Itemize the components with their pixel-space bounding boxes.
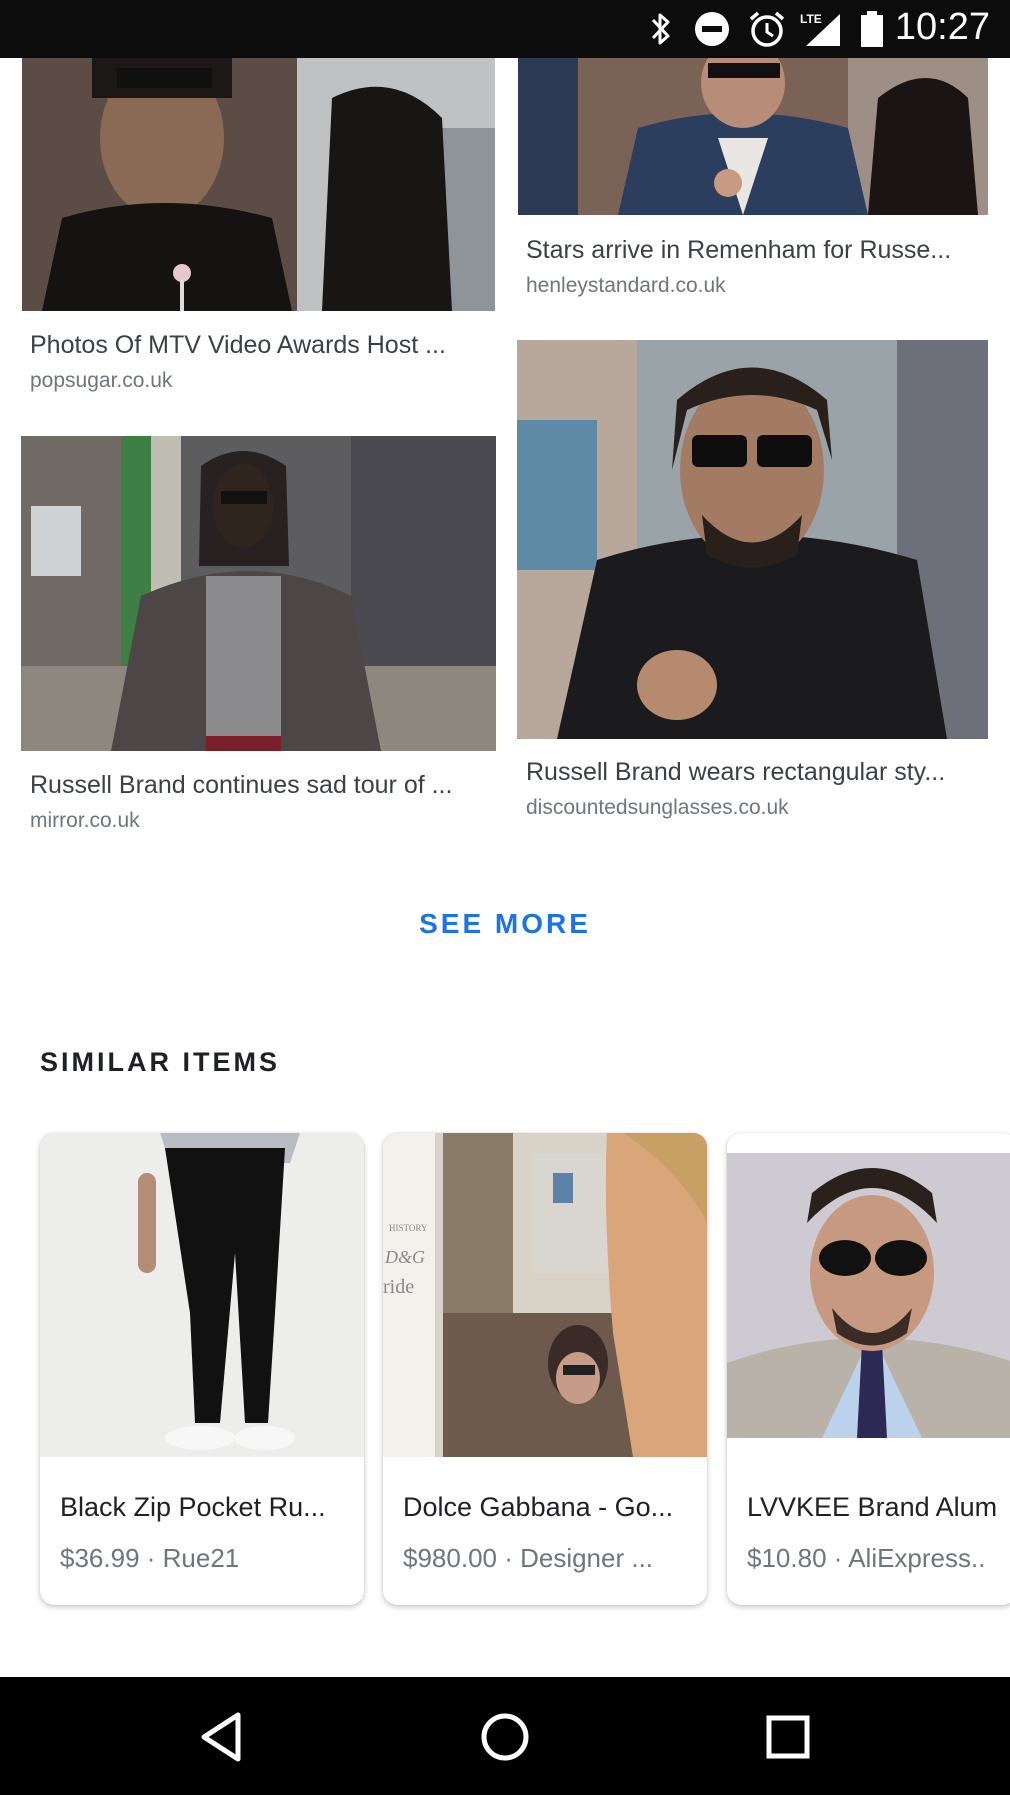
recents-icon[interactable] — [758, 1707, 818, 1767]
similar-item-card-1[interactable]: Black Zip Pocket Ru... $36.99 · Rue21 — [40, 1133, 364, 1605]
similar-item-title-1: Black Zip Pocket Ru... — [60, 1492, 326, 1522]
similar-item-title-3: LVVKEE Brand Alum — [747, 1492, 998, 1522]
result-source-3: mirror.co.uk — [30, 809, 140, 832]
see-more-button[interactable]: SEE MORE — [0, 908, 1010, 940]
clock-time: 10:27 — [894, 6, 990, 48]
similar-item-card-3[interactable]: LVVKEE Brand Alum $10.80 · AliExpress.. — [727, 1133, 1010, 1605]
similar-item-title-2: Dolce Gabbana - Go... — [403, 1492, 674, 1522]
result-title-2[interactable]: Stars arrive in Remenham for Russe... — [526, 236, 951, 265]
do-not-disturb-icon — [693, 10, 731, 48]
status-bar: LTE 10:27 — [0, 0, 1010, 58]
result-title-3[interactable]: Russell Brand continues sad tour of ... — [30, 771, 452, 800]
battery-icon — [860, 10, 884, 48]
similar-item-meta-1: $36.99 · Rue21 — [60, 1543, 240, 1573]
similar-item-meta-2: $980.00 · Designer ... — [403, 1543, 654, 1573]
result-source-1: popsugar.co.uk — [30, 369, 173, 392]
similar-item-card-2[interactable]: HISTORY D&G ride Dolce Gabbana - Go... $… — [383, 1133, 707, 1605]
result-image-1[interactable] — [22, 58, 495, 311]
similar-item-image-3 — [727, 1133, 1010, 1457]
navigation-bar — [0, 1677, 1010, 1795]
similar-item-meta-3: $10.80 · AliExpress.. — [747, 1543, 986, 1573]
result-source-4: discountedsunglasses.co.uk — [526, 796, 789, 819]
result-source-2: henleystandard.co.uk — [526, 274, 726, 297]
svg-text:ride: ride — [383, 1276, 414, 1298]
similar-item-image-1 — [40, 1133, 364, 1457]
result-image-3[interactable] — [21, 436, 496, 751]
back-icon[interactable] — [192, 1707, 252, 1767]
similar-item-image-2: HISTORY D&G ride — [383, 1133, 707, 1457]
svg-text:LTE: LTE — [800, 12, 822, 26]
signal-icon: LTE — [800, 10, 842, 48]
alarm-icon — [747, 10, 787, 48]
home-icon[interactable] — [475, 1707, 535, 1767]
similar-items-heading: SIMILAR ITEMS — [40, 1047, 280, 1077]
svg-text:HISTORY: HISTORY — [389, 1223, 428, 1233]
result-title-4[interactable]: Russell Brand wears rectangular sty... — [526, 758, 945, 787]
result-title-1[interactable]: Photos Of MTV Video Awards Host ... — [30, 331, 446, 360]
result-image-4[interactable] — [517, 340, 988, 739]
svg-text:D&G: D&G — [384, 1247, 425, 1267]
bluetooth-icon — [648, 10, 674, 48]
result-image-2[interactable] — [518, 58, 988, 215]
